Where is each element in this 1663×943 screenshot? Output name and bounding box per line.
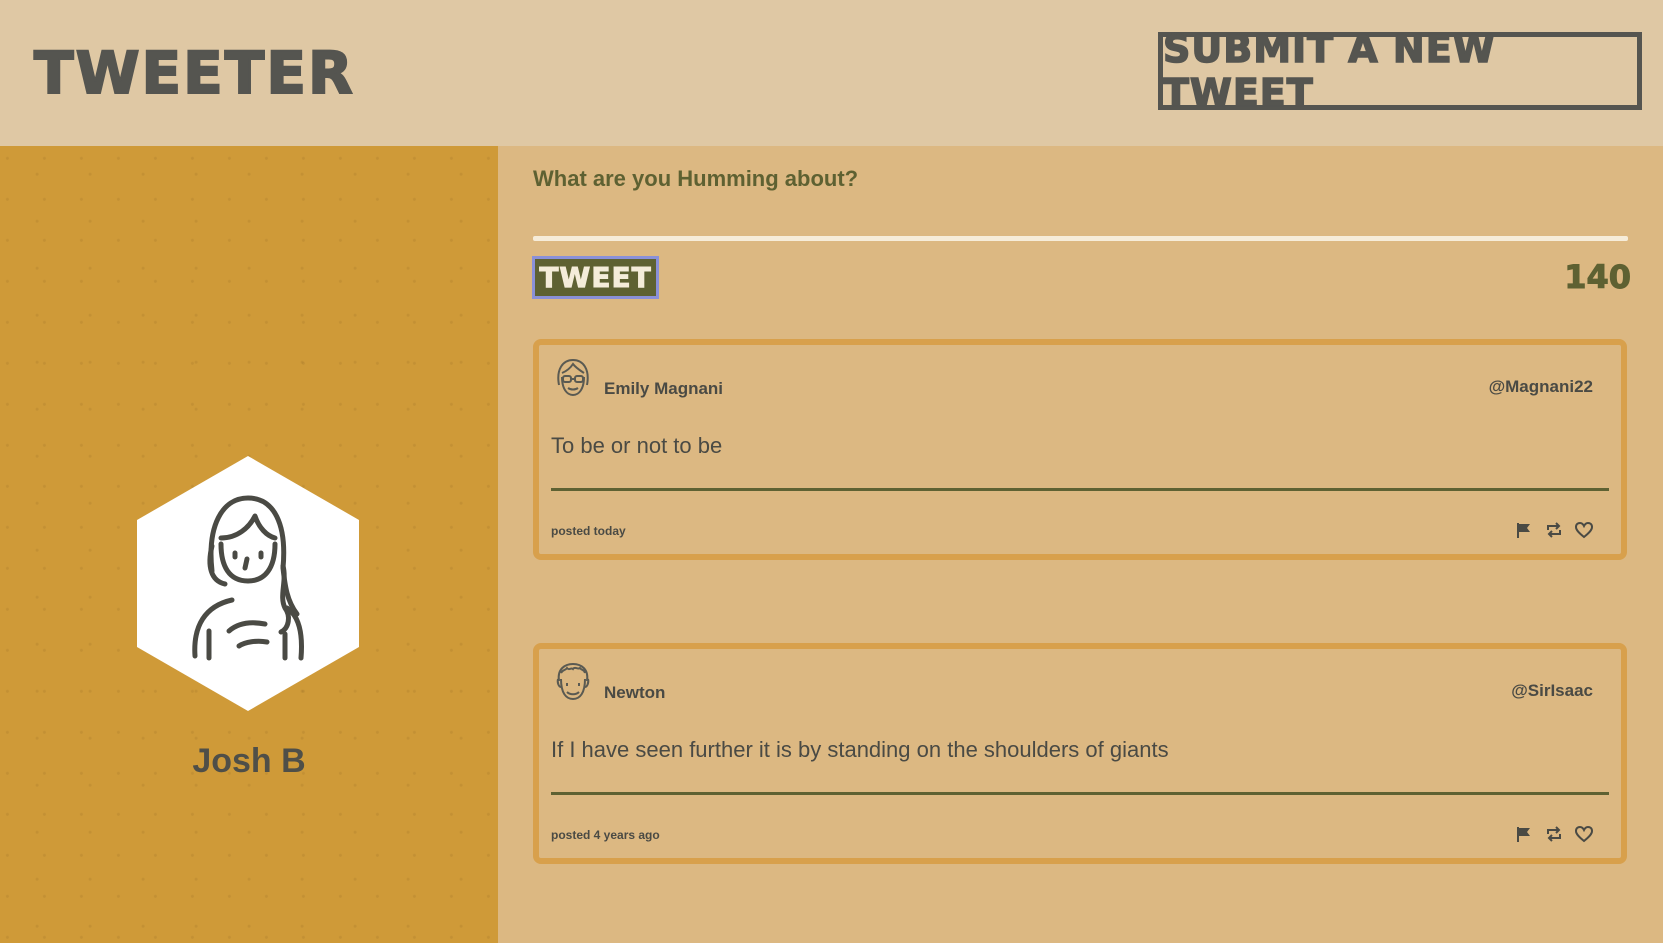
tweet-divider bbox=[551, 488, 1609, 491]
flag-icon[interactable] bbox=[1515, 521, 1533, 539]
tweet-actions bbox=[1515, 521, 1594, 539]
retweet-icon[interactable] bbox=[1545, 521, 1563, 539]
woman-glasses-avatar-icon bbox=[557, 358, 589, 397]
tweet-card: Emily Magnani @Magnani22 To be or not to… bbox=[533, 339, 1627, 560]
tweet-author-name: Emily Magnani bbox=[604, 379, 724, 398]
tweet-text: To be or not to be bbox=[551, 433, 723, 458]
profile-avatar bbox=[137, 456, 359, 711]
tweet-input[interactable] bbox=[533, 236, 1628, 241]
tweet-card: Newton @SirIsaac If I have seen further … bbox=[533, 643, 1627, 864]
tweet-timestamp: posted today bbox=[551, 524, 626, 538]
heart-icon[interactable] bbox=[1574, 521, 1594, 539]
flag-icon[interactable] bbox=[1515, 825, 1533, 843]
heart-icon[interactable] bbox=[1574, 825, 1594, 843]
tweet-text: If I have seen further it is by standing… bbox=[551, 737, 1169, 762]
tweet-divider bbox=[551, 792, 1609, 795]
tweet-button[interactable]: TWEET bbox=[532, 256, 659, 299]
main-feed: What are you Humming about? TWEET 140 Em… bbox=[498, 146, 1663, 943]
tweet-timestamp: posted 4 years ago bbox=[551, 828, 660, 842]
header: TWEETER SUBMIT A NEW TWEET bbox=[0, 0, 1663, 146]
tweet-author-name: Newton bbox=[604, 683, 666, 702]
profile-sidebar: Josh B bbox=[0, 146, 498, 943]
composer-prompt: What are you Humming about? bbox=[533, 166, 859, 191]
profile-name: Josh B bbox=[192, 742, 306, 780]
retweet-icon[interactable] bbox=[1545, 825, 1563, 843]
tweet-actions bbox=[1515, 825, 1594, 843]
tweet-author-handle: @Magnani22 bbox=[1488, 377, 1593, 396]
submit-new-tweet-button[interactable]: SUBMIT A NEW TWEET bbox=[1158, 26, 1642, 116]
char-counter: 140 bbox=[1564, 258, 1632, 297]
man-curly-hair-avatar-icon bbox=[556, 662, 590, 701]
tweet-author-handle: @SirIsaac bbox=[1511, 681, 1593, 700]
app-logo[interactable]: TWEETER bbox=[33, 38, 355, 108]
